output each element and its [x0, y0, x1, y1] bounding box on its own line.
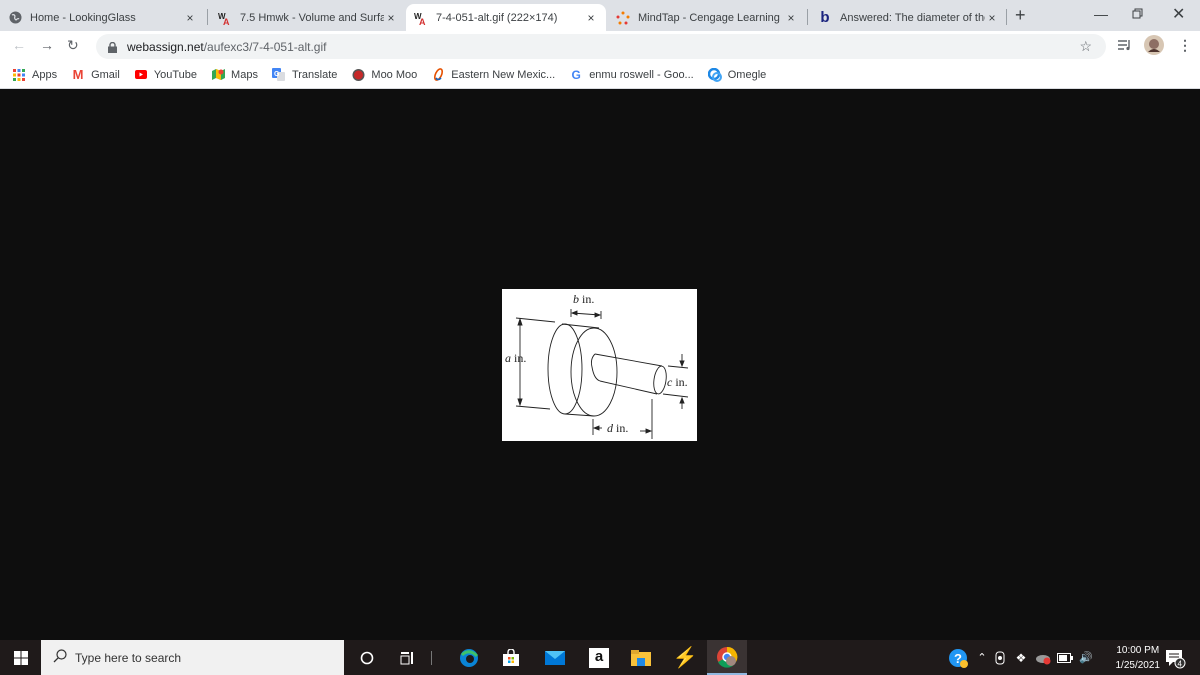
- windows-logo-icon: [13, 650, 28, 665]
- amazon-icon[interactable]: a: [584, 640, 614, 675]
- tab-bar: Home - LookingGlass × WA 7.5 Hmwk - Volu…: [0, 0, 1200, 31]
- bookmark-star-icon[interactable]: ☆: [1079, 38, 1092, 55]
- translate-icon: G: [272, 68, 286, 82]
- dropbox-icon[interactable]: ❖: [1012, 640, 1030, 675]
- mail-icon[interactable]: [540, 640, 570, 675]
- bookmark-translate[interactable]: G Translate: [272, 68, 337, 82]
- lock-icon: [108, 41, 117, 53]
- close-tab-icon[interactable]: ×: [183, 11, 197, 25]
- action-center-icon[interactable]: 4: [1160, 640, 1190, 675]
- system-clock[interactable]: 10:00 PM 1/25/2021: [1116, 643, 1161, 673]
- cortana-icon[interactable]: [352, 640, 382, 675]
- address-bar[interactable]: webassign.net/aufexc3/7-4-051-alt.gif ☆: [96, 34, 1106, 59]
- close-window-button[interactable]: ✕: [1172, 4, 1185, 24]
- onedrive-error-icon[interactable]: [1032, 640, 1054, 675]
- url-text[interactable]: webassign.net/aufexc3/7-4-051-alt.gif: [127, 40, 326, 54]
- cylinder-drawing: [515, 309, 689, 439]
- bookmark-youtube[interactable]: YouTube: [134, 68, 197, 82]
- notification-count: 4: [1178, 659, 1183, 668]
- webassign-icon: WA: [414, 11, 428, 25]
- globe-icon: [8, 11, 22, 25]
- webassign-icon: WA: [218, 11, 232, 25]
- enmu-icon: [431, 68, 445, 82]
- cylinder-diagram-image: b in. a in. c in. d in.: [502, 289, 697, 441]
- meet-now-icon[interactable]: [992, 640, 1010, 675]
- back-icon[interactable]: ←: [12, 37, 26, 53]
- bartleby-icon: b: [820, 9, 830, 26]
- tab-bartleby[interactable]: b Answered: The diameter of the ×: [810, 4, 1007, 31]
- bookmark-maps[interactable]: Maps: [211, 68, 258, 82]
- youtube-icon: [134, 68, 148, 82]
- windows-taskbar: Type here to search a ⚡ ? ⌃ ❖ 🔊 10:00 PM…: [0, 640, 1200, 675]
- minimize-button[interactable]: —: [1094, 6, 1108, 22]
- tab-home-lookingglass[interactable]: Home - LookingGlass ×: [0, 4, 205, 31]
- bookmarks-bar: Apps M Gmail YouTube Maps G Translate Mo…: [0, 61, 1200, 89]
- winamp-icon[interactable]: ⚡: [670, 640, 700, 675]
- bookmark-enmu[interactable]: Eastern New Mexic...: [431, 68, 555, 82]
- bookmark-apps[interactable]: Apps: [12, 68, 57, 82]
- close-tab-icon[interactable]: ×: [985, 11, 999, 25]
- forward-icon[interactable]: →: [40, 37, 54, 53]
- reload-icon[interactable]: ↻: [67, 37, 79, 54]
- profile-avatar[interactable]: [1144, 35, 1164, 58]
- show-hidden-icons-chevron[interactable]: ⌃: [974, 640, 990, 675]
- chrome-taskbar-icon[interactable]: [707, 640, 747, 675]
- bookmark-moomoo[interactable]: Moo Moo: [351, 68, 417, 82]
- task-view-icon[interactable]: [392, 640, 422, 675]
- tab-mindtap[interactable]: MindTap - Cengage Learning ×: [608, 4, 806, 31]
- tab-gif-image[interactable]: WA 7-4-051-alt.gif (222×174) ×: [406, 4, 606, 31]
- svg-text:G: G: [274, 71, 280, 78]
- edge-icon[interactable]: [454, 640, 484, 675]
- gmail-icon: M: [72, 67, 84, 82]
- close-tab-icon[interactable]: ×: [384, 11, 398, 25]
- svg-text:A: A: [223, 17, 230, 25]
- bookmark-omegle[interactable]: Omegle: [707, 67, 766, 82]
- google-icon: G: [571, 67, 581, 82]
- tab-hmwk-volume[interactable]: WA 7.5 Hmwk - Volume and Surfac ×: [210, 4, 406, 31]
- browser-menu-icon[interactable]: ⋮: [1178, 37, 1192, 54]
- search-icon: [53, 649, 67, 666]
- new-tab-button[interactable]: +: [1015, 5, 1026, 26]
- bookmark-gmail[interactable]: M Gmail: [71, 67, 120, 82]
- taskbar-search-input[interactable]: Type here to search: [41, 640, 344, 675]
- microsoft-store-icon[interactable]: [496, 640, 526, 675]
- omegle-icon: [707, 67, 722, 82]
- mindtap-icon: [616, 11, 630, 25]
- moomoo-icon: [351, 68, 365, 82]
- maps-icon: [211, 68, 225, 82]
- file-explorer-icon[interactable]: [626, 640, 656, 675]
- bookmark-enmu-roswell[interactable]: G enmu roswell - Goo...: [569, 68, 694, 82]
- close-tab-icon[interactable]: ×: [784, 11, 798, 25]
- label-c: c in.: [667, 375, 688, 389]
- browser-toolbar: ← → ↻ webassign.net/aufexc3/7-4-051-alt.…: [0, 31, 1200, 61]
- close-tab-icon[interactable]: ×: [584, 11, 598, 25]
- battery-icon[interactable]: [1056, 640, 1074, 675]
- start-button[interactable]: [0, 640, 41, 675]
- label-a: a in.: [505, 351, 526, 365]
- apps-grid-icon: [12, 68, 26, 82]
- taskbar-divider: [428, 640, 434, 675]
- media-control-icon[interactable]: [1118, 38, 1132, 54]
- restore-button[interactable]: [1132, 6, 1143, 22]
- svg-text:A: A: [419, 17, 426, 25]
- help-icon[interactable]: ?: [946, 640, 970, 675]
- label-d: d in.: [607, 421, 628, 435]
- volume-icon[interactable]: 🔊: [1076, 640, 1096, 675]
- label-b: b in.: [573, 292, 594, 306]
